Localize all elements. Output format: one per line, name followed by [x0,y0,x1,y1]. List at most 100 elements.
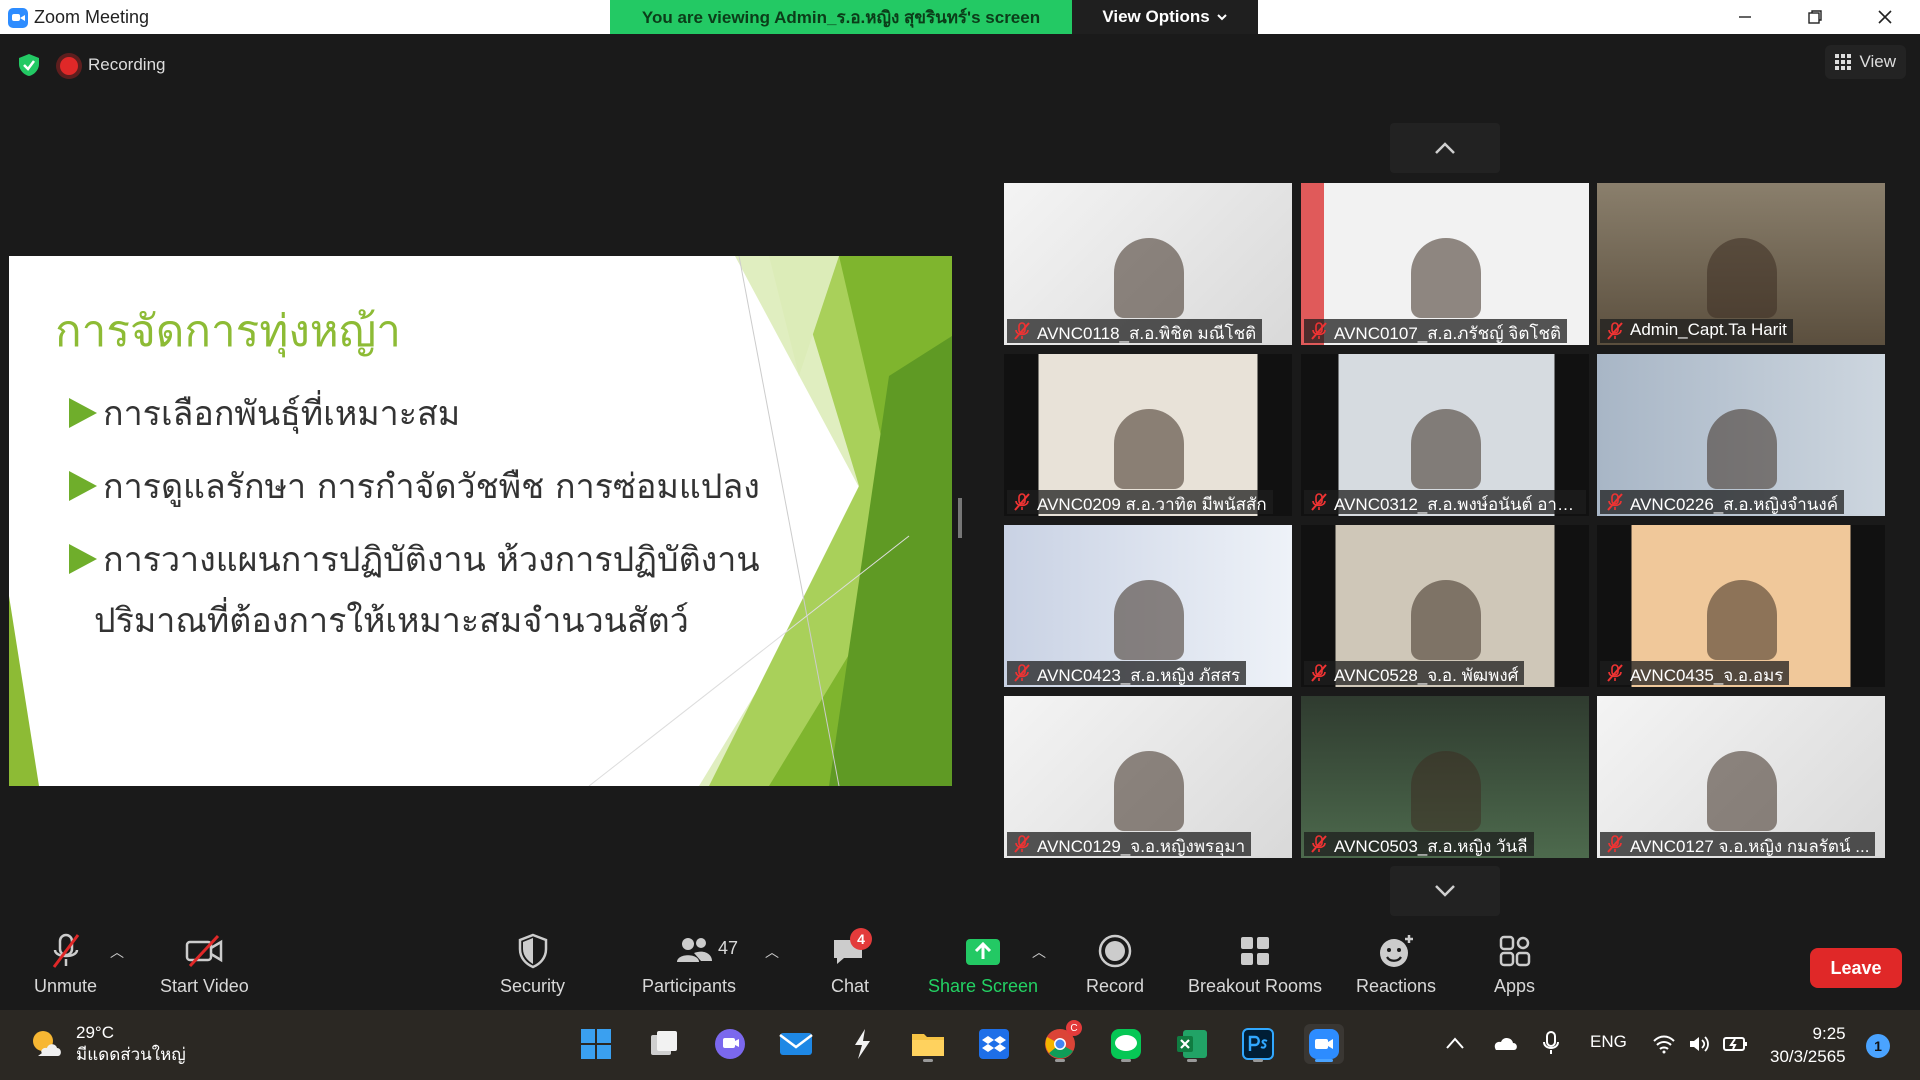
participants-button[interactable]: 47 Participants [642,932,738,997]
participants-icon-wrap: 47 [644,932,738,970]
bullet-arrow-icon [69,471,97,501]
microphone-tray-icon[interactable] [1542,1030,1560,1056]
start-video-button[interactable]: Start Video [160,932,249,997]
system-clock[interactable]: 9:25 30/3/2565 [1770,1022,1846,1068]
participant-name-text: AVNC0209 ส.อ.วาทิต มีพนัสสัก [1037,495,1267,514]
participant-video-tile[interactable]: AVNC0528_จ.อ. พัฒพงศ์ [1301,525,1589,687]
participant-video-tile[interactable]: AVNC0423_ส.อ.หญิง ภัสสร [1004,525,1292,687]
onedrive-cloud-icon[interactable] [1490,1034,1518,1052]
participant-video-tile[interactable]: AVNC0209 ส.อ.วาทิต มีพนัสสัก [1004,354,1292,516]
chrome-taskbar-icon[interactable]: C [1040,1020,1082,1064]
apps-icon [1499,935,1530,967]
participant-video-tile[interactable]: AVNC0226_ส.อ.หญิงจำนงค์ [1597,354,1885,516]
excel-icon [1177,1030,1207,1058]
participant-silhouette [1411,751,1481,831]
teams-chat-icon [715,1029,745,1059]
restore-icon [1808,10,1822,24]
apps-button[interactable]: Apps [1494,932,1535,997]
share-screen-label: Share Screen [928,976,1039,996]
close-button[interactable] [1850,0,1920,34]
participant-video-tile[interactable]: AVNC0129_จ.อ.หญิงพรอุมา [1004,696,1292,858]
apps-label: Apps [1494,976,1536,996]
participant-video-tile[interactable]: AVNC0118_ส.อ.พิชิต มณีโชติ [1004,183,1292,345]
participant-video-tile[interactable]: Admin_Capt.Ta Harit [1597,183,1885,345]
zoom-taskbar-icon[interactable] [1304,1024,1344,1064]
gallery-next-page-button[interactable] [1390,866,1500,916]
participant-silhouette [1707,580,1777,660]
participant-video-tile[interactable]: AVNC0127 จ.อ.หญิง กมลรัตน์ ... [1597,696,1885,858]
participant-name-label: AVNC0107_ส.อ.ภรัชญ์ จิตโชติ [1304,319,1568,343]
recording-indicator[interactable]: Recording [60,55,166,75]
app-taskbar-icon[interactable] [842,1024,882,1064]
running-indicator [1121,1059,1131,1062]
photoshop-taskbar-icon[interactable] [1238,1024,1278,1064]
participant-name-text: AVNC0107_ส.อ.ภรัชญ์ จิตโชติ [1334,324,1562,343]
audio-options-caret-icon[interactable]: ︿ [110,942,124,962]
participant-video-tile[interactable]: AVNC0503_ส.อ.หญิง วันลี [1301,696,1589,858]
shared-screen-slide: การจัดการทุ่งหญ้า การเลือกพันธุ์ที่เหมาะ… [9,256,952,786]
unmute-button[interactable]: Unmute [34,932,97,997]
view-layout-button[interactable]: View [1825,45,1906,79]
teams-chat-taskbar-icon[interactable] [710,1024,750,1064]
participant-name-label: AVNC0127 จ.อ.หญิง กมลรัตน์ ... [1600,832,1876,856]
viewing-screen-banner: You are viewing Admin_ร.อ.หญิง สุขรินทร์… [610,0,1072,34]
clock-time: 9:25 [1812,1024,1846,1043]
participants-label: Participants [642,976,737,996]
participant-name-label: AVNC0435_จ.อ.อมร [1600,661,1790,685]
battery-charging-icon[interactable] [1722,1034,1750,1054]
breakout-rooms-button[interactable]: Breakout Rooms [1188,932,1322,997]
task-view-button[interactable] [644,1024,684,1064]
video-camera-off-icon [186,934,223,968]
chevron-down-icon [1435,885,1455,897]
wifi-icon[interactable] [1652,1034,1676,1054]
start-menu-button[interactable] [576,1024,616,1064]
volume-icon[interactable] [1688,1034,1710,1054]
running-indicator [1187,1059,1197,1062]
notification-count-badge[interactable]: 1 [1866,1034,1890,1058]
share-options-caret-icon[interactable]: ︿ [1032,942,1046,962]
record-button[interactable]: Record [1086,932,1144,997]
bullet-text: การดูแลรักษา การกำจัดวัชพืช การซ่อมแปลง [103,467,760,507]
participants-options-caret-icon[interactable]: ︿ [765,942,779,962]
weather-temperature: 29°C [76,1023,114,1042]
weather-condition: มีแดดส่วนใหญ่ [76,1045,186,1064]
dropbox-taskbar-icon[interactable] [974,1024,1014,1064]
line-taskbar-icon[interactable] [1106,1024,1146,1064]
gallery-prev-page-button[interactable] [1390,123,1500,173]
muted-microphone-icon [1311,322,1327,340]
participant-video-tile[interactable]: AVNC0107_ส.อ.ภรัชญ์ จิตโชติ [1301,183,1589,345]
language-indicator[interactable]: ENG [1590,1032,1627,1052]
participant-name-text: AVNC0129_จ.อ.หญิงพรอุมา [1037,837,1246,856]
encryption-shield-icon[interactable] [16,52,42,78]
participant-video-tile[interactable]: AVNC0435_จ.อ.อมร [1597,525,1885,687]
start-video-label: Start Video [160,976,249,996]
restore-button[interactable] [1780,0,1850,34]
hidden-icons-chevron-icon[interactable] [1445,1036,1465,1050]
chat-button[interactable]: 4 Chat [830,928,872,997]
chevron-down-icon [1216,14,1227,21]
reactions-button[interactable]: Reactions [1356,932,1436,997]
title-bar: Zoom Meeting You are viewing Admin_ร.อ.ห… [0,0,1920,34]
bullet-text: การเลือกพันธุ์ที่เหมาะสม [103,394,461,434]
participant-name-label: AVNC0503_ส.อ.หญิง วันลี [1304,832,1534,856]
mail-taskbar-icon[interactable] [776,1024,816,1064]
excel-taskbar-icon[interactable] [1172,1024,1212,1064]
weather-widget[interactable]: 29°C มีแดดส่วนใหญ่ [28,1022,186,1066]
zoom-logo-icon [8,7,28,28]
participants-icon [677,938,713,962]
participant-video-tile[interactable]: AVNC0312_ส.อ.พงษ์อนันต์ อายุ... [1301,354,1589,516]
slide-bullet: การวางแผนการปฏิบัติงาน ห้วงการปฏิบัติงาน [69,532,760,586]
minimize-button[interactable] [1710,0,1780,34]
share-screen-button[interactable]: Share Screen [928,932,1038,997]
participant-name-text: AVNC0127 จ.อ.หญิง กมลรัตน์ ... [1630,837,1870,856]
security-button[interactable]: Security [500,932,565,997]
slide-bullet: การเลือกพันธุ์ที่เหมาะสม [69,386,460,440]
view-options-button[interactable]: View Options [1072,0,1258,34]
view-options-label: View Options [1102,7,1210,26]
panel-splitter-handle[interactable] [958,498,962,538]
file-explorer-taskbar-icon[interactable] [908,1024,948,1064]
participant-silhouette [1411,580,1481,660]
share-screen-icon [966,939,1001,965]
chevron-up-icon [1435,142,1455,154]
leave-button[interactable]: Leave [1810,948,1902,988]
